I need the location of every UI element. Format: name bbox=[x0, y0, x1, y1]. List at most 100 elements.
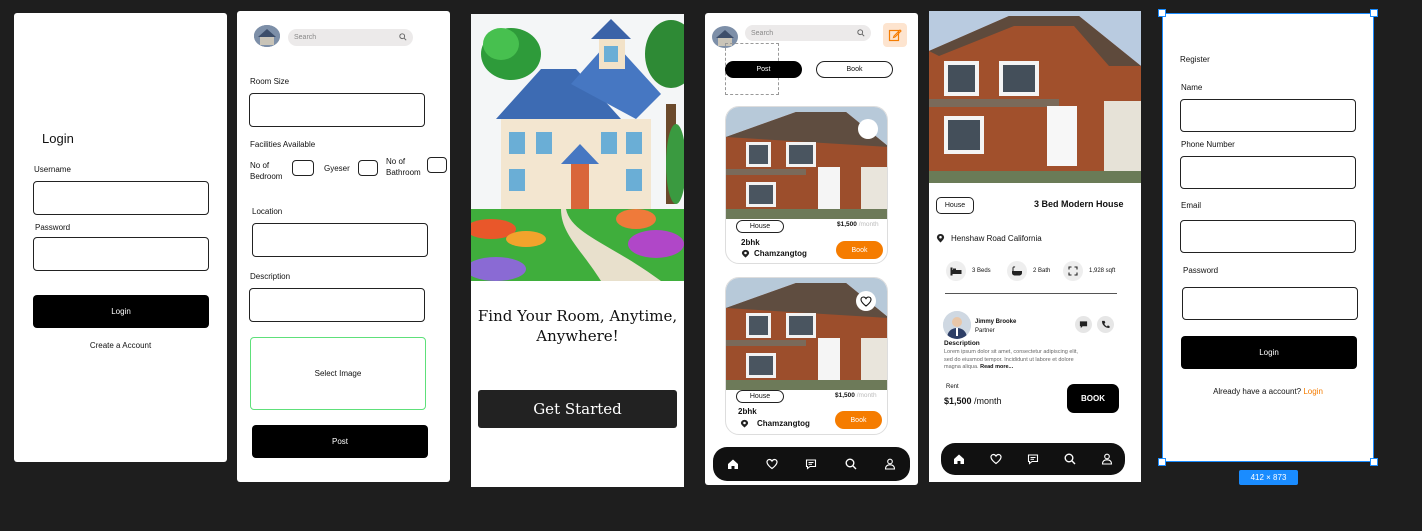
create-account-link[interactable]: Create a Account bbox=[14, 341, 227, 350]
search-input[interactable]: Search bbox=[288, 29, 413, 46]
password-field[interactable] bbox=[33, 237, 209, 271]
tab-book[interactable]: Book bbox=[816, 61, 893, 78]
edit-icon bbox=[888, 29, 902, 42]
selection-handle-tr[interactable] bbox=[1370, 9, 1378, 17]
search-icon bbox=[857, 29, 865, 37]
select-image-label: Select Image bbox=[314, 369, 362, 378]
post-button[interactable]: Post bbox=[252, 425, 428, 458]
book-button[interactable]: BOOK bbox=[1067, 384, 1119, 413]
chat-icon[interactable] bbox=[805, 458, 817, 470]
username-field[interactable] bbox=[33, 181, 209, 215]
property-card[interactable]: House $1,500 /month 2bhk Chamzangtog Boo… bbox=[725, 106, 888, 264]
select-image-box[interactable]: Select Image bbox=[250, 337, 426, 410]
geyser-label: Gyeser bbox=[324, 164, 350, 173]
beds-text: 3 Beds bbox=[972, 268, 991, 274]
property-photo bbox=[929, 11, 1141, 183]
location-pin-icon bbox=[936, 233, 945, 243]
chat-icon[interactable] bbox=[1027, 453, 1039, 465]
profile-icon[interactable] bbox=[1101, 453, 1113, 465]
property-price: $1,500 /month bbox=[837, 221, 879, 228]
heart-icon[interactable] bbox=[990, 453, 1002, 465]
room-size-field[interactable] bbox=[249, 93, 425, 127]
address-text: Henshaw Road California bbox=[951, 233, 1042, 243]
message-button[interactable] bbox=[1075, 316, 1092, 333]
rent-price-per: /month bbox=[974, 396, 1002, 406]
home-icon[interactable] bbox=[953, 453, 965, 465]
selection-frame bbox=[1162, 13, 1374, 462]
bedroom-label: No of Bedroom bbox=[250, 160, 282, 182]
password-label: Password bbox=[35, 223, 71, 232]
description-heading: Description bbox=[944, 340, 980, 347]
property-tag: House bbox=[736, 220, 784, 233]
selection-handle-bl[interactable] bbox=[1158, 458, 1166, 466]
bedroom-count-field[interactable] bbox=[292, 160, 314, 176]
price-per: /month bbox=[856, 392, 877, 399]
description-label: Description bbox=[250, 272, 291, 281]
login-title: Login bbox=[42, 131, 74, 146]
price-per: /month bbox=[858, 221, 879, 228]
rent-label: Rent bbox=[946, 384, 959, 390]
property-type: 2bhk bbox=[738, 407, 757, 416]
property-location: Chamzangtog bbox=[741, 249, 807, 258]
property-type: 2bhk bbox=[741, 238, 760, 247]
bathroom-count-field[interactable] bbox=[427, 157, 447, 173]
favorite-button[interactable] bbox=[856, 291, 876, 311]
size-badge: 412 × 873 bbox=[1239, 470, 1298, 485]
get-started-button[interactable]: Get Started bbox=[478, 390, 677, 428]
call-button[interactable] bbox=[1097, 316, 1114, 333]
tab-post[interactable]: Post bbox=[725, 61, 802, 78]
location-field[interactable] bbox=[252, 223, 428, 257]
location-label: Location bbox=[252, 207, 283, 216]
post-form-screen: Search Room Size Facilities Available No… bbox=[237, 11, 450, 482]
login-button[interactable]: Login bbox=[33, 295, 209, 328]
selection-handle-tl[interactable] bbox=[1158, 9, 1166, 17]
headline-line1: Find Your Room, Anytime, bbox=[477, 307, 678, 325]
phone-icon bbox=[1102, 320, 1110, 328]
chat-icon bbox=[1079, 321, 1088, 329]
description-line3-text: magna aliqua. bbox=[944, 364, 979, 370]
area-feature: 1,928 sqft bbox=[1063, 261, 1115, 281]
rent-price-value: $1,500 bbox=[944, 396, 972, 406]
headline-line2: Anywhere! bbox=[536, 327, 619, 345]
bottom-nav bbox=[713, 447, 910, 481]
edit-button[interactable] bbox=[883, 23, 907, 47]
description-text: Lorem ipsum dolor sit amet, consectetur … bbox=[944, 349, 1129, 372]
property-tag: House bbox=[936, 197, 974, 214]
bottom-nav bbox=[941, 443, 1125, 475]
search-placeholder: Search bbox=[294, 34, 317, 41]
search-icon[interactable] bbox=[1064, 453, 1076, 465]
location-text: Chamzangtog bbox=[757, 419, 810, 428]
profile-icon[interactable] bbox=[884, 458, 896, 470]
rent-price: $1,500 /month bbox=[944, 396, 1002, 406]
heart-icon bbox=[860, 295, 872, 307]
book-button[interactable]: Book bbox=[835, 411, 882, 429]
login-screen: Login Username Password Login Create a A… bbox=[14, 13, 227, 462]
facilities-label: Facilities Available bbox=[250, 140, 316, 149]
read-more-link[interactable]: Read more... bbox=[980, 364, 1013, 370]
book-button[interactable]: Book bbox=[836, 241, 883, 259]
search-icon bbox=[399, 33, 407, 41]
avatar[interactable] bbox=[254, 25, 280, 47]
feed-screen: Search Post Book House $1,500 /month 2bh… bbox=[705, 13, 918, 485]
geyser-field[interactable] bbox=[358, 160, 378, 176]
search-input[interactable]: Search bbox=[745, 25, 871, 41]
property-address: Henshaw Road California bbox=[936, 233, 1042, 243]
bathroom-label-line2: Bathroom bbox=[386, 168, 421, 177]
house-illustration bbox=[471, 14, 684, 281]
search-icon[interactable] bbox=[845, 458, 857, 470]
favorite-button[interactable] bbox=[858, 119, 878, 139]
description-field[interactable] bbox=[249, 288, 425, 322]
property-price: $1,500 /month bbox=[835, 392, 877, 399]
heart-icon[interactable] bbox=[766, 458, 778, 470]
bathroom-label: No of Bathroom bbox=[386, 156, 421, 178]
search-placeholder: Search bbox=[751, 29, 774, 37]
location-pin-icon bbox=[740, 419, 749, 428]
selection-handle-br[interactable] bbox=[1370, 458, 1378, 466]
bed-icon bbox=[946, 261, 966, 281]
bedroom-label-line1: No of bbox=[250, 161, 270, 170]
property-card[interactable]: House $1,500 /month 2bhk Chamzangtog Boo… bbox=[725, 277, 888, 435]
description-line3: magna aliqua. Read more... bbox=[944, 364, 1129, 372]
agent-avatar[interactable] bbox=[943, 311, 971, 339]
property-title: 3 Bed Modern House bbox=[1034, 199, 1124, 209]
home-icon[interactable] bbox=[727, 458, 739, 470]
